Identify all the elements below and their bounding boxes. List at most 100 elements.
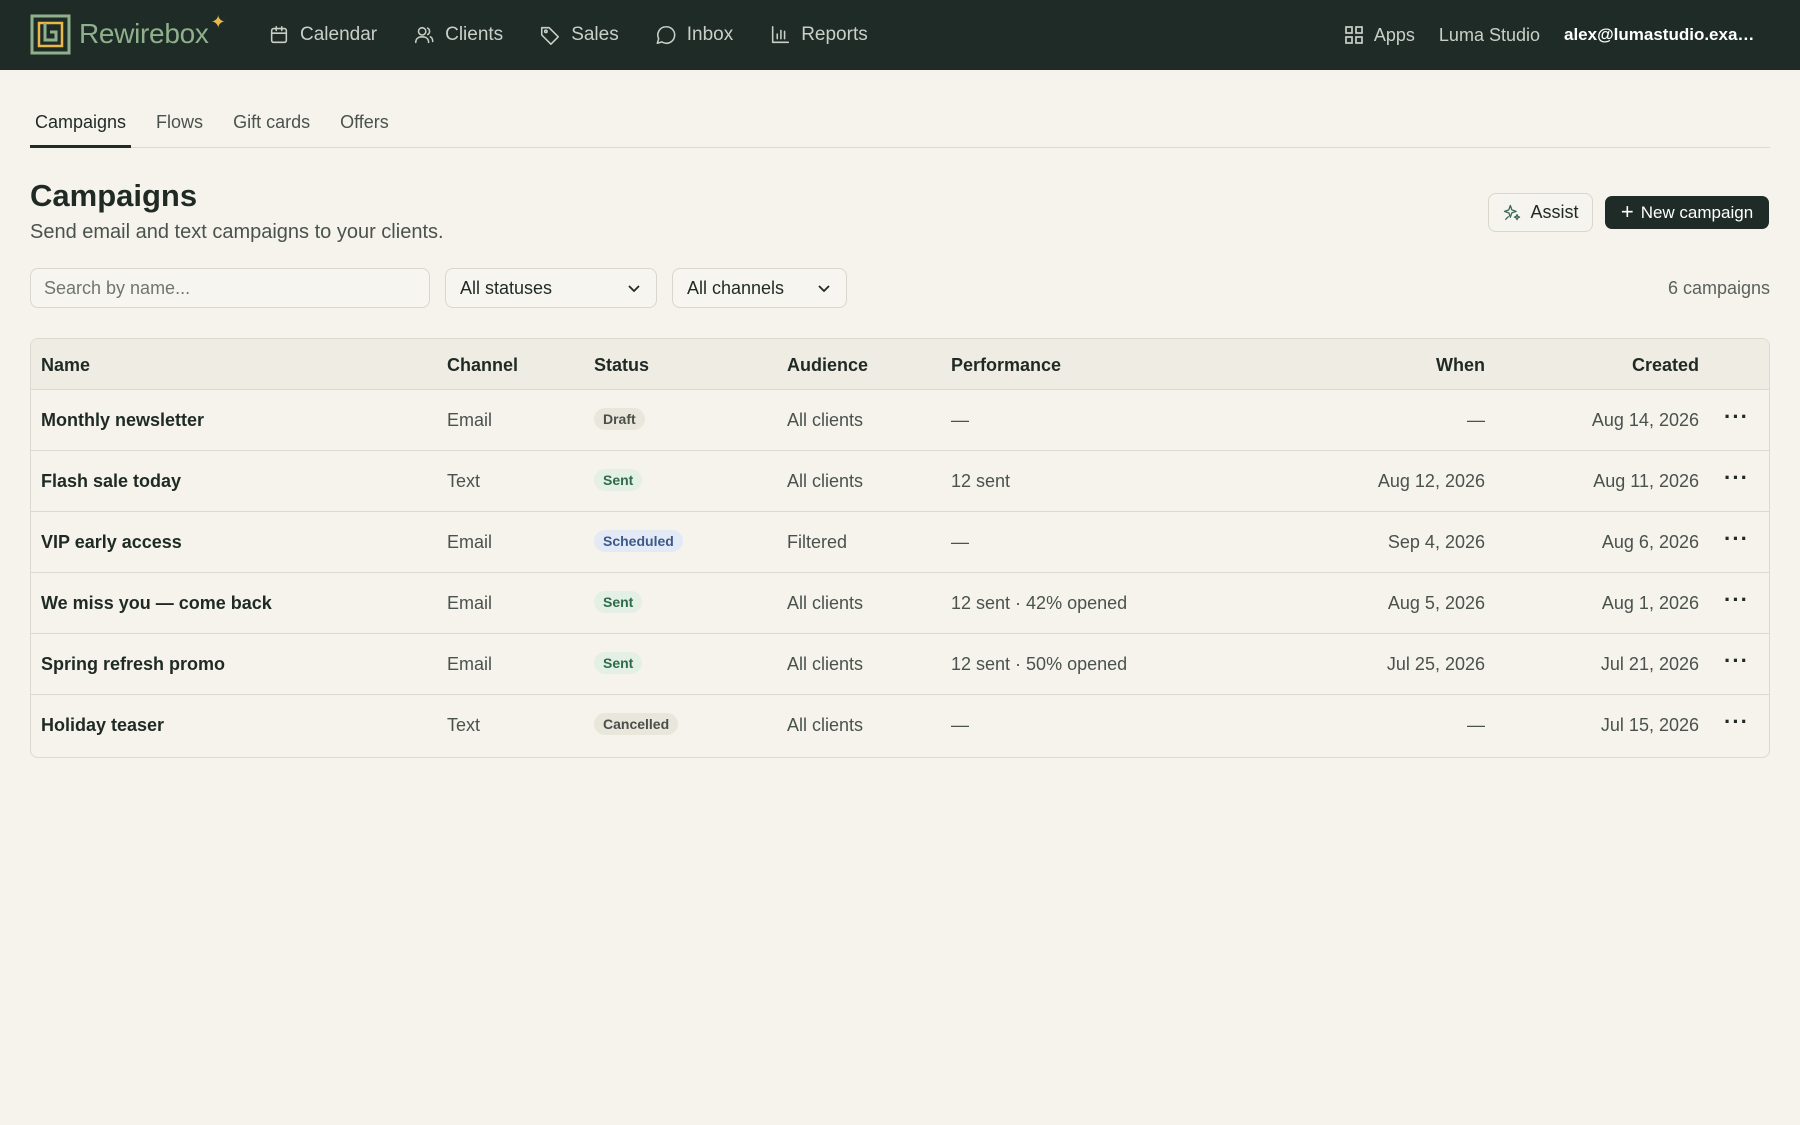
nav-clients[interactable]: Clients [413, 24, 503, 46]
campaign-channel: Email [447, 532, 493, 552]
table-row[interactable]: Monthly newsletter Email Draft All clien… [31, 390, 1769, 451]
tag-icon [541, 26, 560, 45]
brand-name: Rewirebox [79, 18, 209, 49]
table-row[interactable]: Flash sale today Text Sent All clients 1… [31, 451, 1769, 512]
campaign-channel: Email [447, 593, 493, 613]
channel-filter-select[interactable]: All channels [672, 268, 847, 308]
nav-sales[interactable]: Sales [539, 24, 619, 46]
more-actions-icon[interactable]: ··· [1724, 465, 1749, 491]
campaign-audience: All clients [787, 410, 864, 430]
status-filter-select[interactable]: All statuses [445, 268, 657, 308]
campaign-channel: Email [447, 654, 493, 674]
campaign-audience: Filtered [787, 532, 848, 552]
campaign-created: Aug 1, 2026 [1601, 593, 1699, 613]
col-status[interactable]: Status [594, 355, 649, 376]
campaign-created: Aug 14, 2026 [1591, 410, 1699, 430]
nav-reports-label: Reports [801, 24, 868, 45]
top-navbar: Rewirebox ✦ Calendar Clients Sales Inbox… [0, 0, 1800, 70]
campaign-audience: All clients [787, 654, 864, 674]
tab-gift-cards[interactable]: Gift cards [228, 100, 315, 148]
more-actions-icon[interactable]: ··· [1724, 587, 1749, 613]
new-campaign-label: New campaign [1640, 202, 1754, 222]
table-row[interactable]: Spring refresh promo Email Sent All clie… [31, 634, 1769, 695]
campaign-performance: — [951, 715, 969, 735]
apps-label: Apps [1373, 24, 1415, 45]
campaign-when: Aug 12, 2026 [1377, 471, 1485, 491]
nav-right: Apps Luma Studio alex@lumastudio.exam... [1344, 0, 1756, 70]
nav-sales-label: Sales [571, 24, 619, 45]
campaign-created: Jul 15, 2026 [1600, 715, 1699, 735]
nav-reports[interactable]: Reports [769, 24, 868, 46]
table-header: Name Channel Status Audience Performance… [31, 339, 1769, 390]
campaign-count: 6 campaigns [1667, 278, 1770, 298]
brand[interactable]: Rewirebox ✦ [30, 12, 226, 56]
page-title: Campaigns [30, 178, 198, 213]
col-channel[interactable]: Channel [447, 355, 518, 376]
campaign-performance: 12 sent [951, 471, 1011, 491]
bar-chart-icon [772, 25, 790, 44]
plus-icon: + [1620, 198, 1634, 224]
status-badge: Sent [594, 469, 643, 491]
users-icon [415, 26, 434, 44]
campaign-performance: — [951, 532, 969, 552]
table-row[interactable]: We miss you — come back Email Sent All c… [31, 573, 1769, 634]
status-badge: Cancelled [594, 713, 679, 735]
col-performance[interactable]: Performance [951, 355, 1061, 376]
campaign-name[interactable]: Monthly newsletter [41, 410, 204, 431]
nav-clients-label: Clients [445, 24, 504, 45]
campaign-name[interactable]: VIP early access [41, 532, 182, 553]
nav-calendar[interactable]: Calendar [268, 24, 377, 46]
chevron-down-icon [628, 285, 640, 293]
campaign-performance: 12 sent · 42% opened [951, 593, 1128, 613]
chevron-down-icon [818, 285, 830, 293]
campaign-audience: All clients [787, 593, 864, 613]
campaign-created: Aug 6, 2026 [1601, 532, 1699, 552]
col-when[interactable]: When [1436, 355, 1485, 376]
campaign-audience: All clients [787, 471, 864, 491]
campaign-name[interactable]: Flash sale today [41, 471, 181, 492]
tab-offers[interactable]: Offers [335, 100, 394, 148]
table-row[interactable]: Holiday teaser Text Cancelled All client… [31, 695, 1769, 756]
page-subtitle: Send email and text campaigns to your cl… [30, 221, 444, 243]
apps-button[interactable]: Apps [1344, 25, 1415, 46]
assist-button[interactable]: Assist [1488, 193, 1593, 232]
brand-logo-icon [30, 14, 71, 55]
more-actions-icon[interactable]: ··· [1724, 709, 1749, 735]
nav-inbox[interactable]: Inbox [655, 24, 733, 46]
campaign-when: — [1467, 410, 1485, 430]
table-row[interactable]: VIP early access Email Scheduled Filtere… [31, 512, 1769, 573]
apps-grid-icon [1345, 26, 1363, 44]
more-actions-icon[interactable]: ··· [1724, 526, 1749, 552]
col-created[interactable]: Created [1632, 355, 1699, 376]
status-filter-value: All statuses [460, 277, 553, 298]
more-actions-icon[interactable]: ··· [1724, 648, 1749, 674]
status-badge: Draft [594, 408, 645, 430]
search-input[interactable] [30, 268, 430, 308]
user-menu[interactable]: alex@lumastudio.exam... [1564, 25, 1756, 45]
campaign-audience: All clients [787, 715, 864, 735]
col-audience[interactable]: Audience [787, 355, 868, 376]
campaign-created: Jul 21, 2026 [1600, 654, 1699, 674]
status-badge: Scheduled [594, 530, 683, 552]
tab-campaigns[interactable]: Campaigns [30, 100, 132, 148]
campaign-created: Aug 11, 2026 [1593, 471, 1699, 491]
campaign-name[interactable]: Holiday teaser [41, 715, 164, 736]
tab-flows[interactable]: Flows [151, 100, 208, 148]
campaign-channel: Text [447, 715, 481, 735]
studio-switcher[interactable]: Luma Studio [1439, 25, 1540, 46]
campaign-channel: Email [447, 410, 493, 430]
campaign-name[interactable]: We miss you — come back [41, 593, 272, 614]
campaign-when: — [1467, 715, 1485, 735]
col-name[interactable]: Name [41, 355, 90, 376]
nav-calendar-label: Calendar [300, 24, 378, 45]
nav-inbox-label: Inbox [686, 24, 734, 45]
campaign-name[interactable]: Spring refresh promo [41, 654, 225, 675]
sub-tabs: Campaigns Flows Gift cards Offers [30, 100, 1770, 148]
campaign-channel: Text [447, 471, 481, 491]
main-nav: Calendar Clients Sales Inbox Reports [268, 0, 904, 70]
chat-icon [656, 25, 676, 45]
new-campaign-button[interactable]: + New campaign [1605, 196, 1769, 229]
status-badge: Sent [594, 591, 643, 613]
calendar-icon [270, 25, 288, 44]
more-actions-icon[interactable]: ··· [1724, 404, 1749, 430]
